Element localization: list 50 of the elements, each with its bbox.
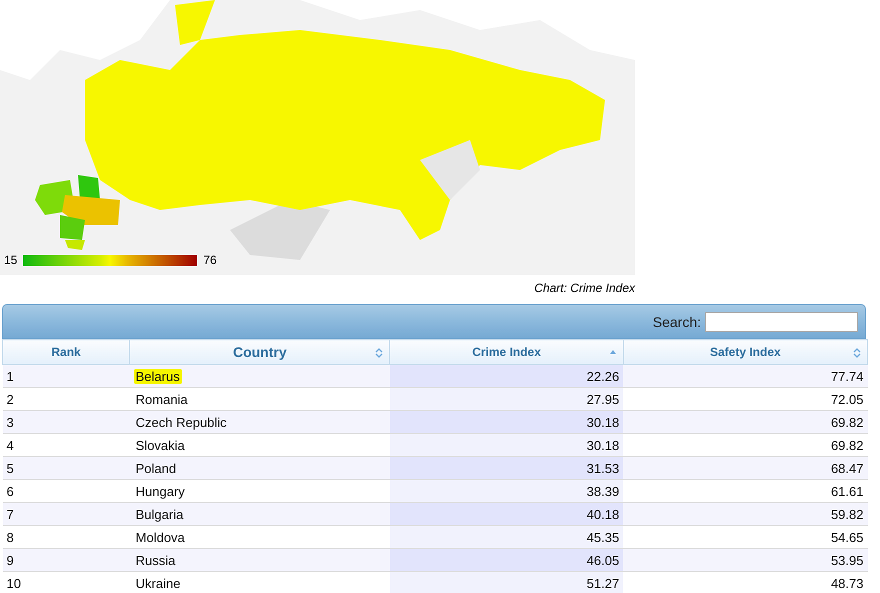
table-cell: 40.18: [390, 502, 624, 526]
table-cell: 22.26: [390, 364, 624, 388]
table-cell: 1: [2, 364, 130, 388]
country-name: Hungary: [134, 484, 186, 498]
table-cell: 9: [2, 548, 130, 572]
country-name: Slovakia: [134, 438, 186, 452]
table-cell: 31.53: [390, 456, 624, 480]
table-cell: 77.74: [623, 364, 868, 388]
country-name: Poland: [134, 460, 178, 476]
table-cell: 51.27: [390, 572, 624, 593]
table-cell: 2: [2, 388, 130, 410]
country-name: Moldova: [134, 530, 186, 544]
table-cell: 38.39: [390, 480, 624, 502]
table-cell: 61.61: [623, 480, 868, 502]
sort-icon: [853, 348, 861, 358]
country-name: Czech Republic: [134, 414, 228, 430]
table-cell: 69.82: [623, 434, 868, 456]
table-cell: 3: [2, 410, 130, 434]
country-name: Ukraine: [134, 576, 182, 590]
column-header[interactable]: Safety Index: [623, 340, 868, 364]
column-header[interactable]: Rank: [2, 340, 130, 364]
table-cell: 30.18: [390, 434, 624, 456]
table-cell: 7: [2, 502, 130, 526]
table-cell: 45.35: [390, 526, 624, 548]
sort-icon: [375, 348, 384, 358]
legend-min: 15: [4, 253, 18, 267]
column-header[interactable]: Crime Index: [390, 340, 624, 364]
table-cell: 59.82: [623, 502, 868, 526]
table-cell: 6: [2, 480, 130, 502]
country-name: Romania: [134, 392, 189, 406]
table-cell: 4: [2, 434, 130, 456]
table-cell: 54.65: [623, 526, 868, 548]
column-header[interactable]: Country: [130, 340, 390, 364]
table-cell: 53.95: [623, 548, 868, 572]
table-cell: 72.05: [623, 388, 868, 410]
country-name: Bulgaria: [134, 506, 184, 522]
table-cell: 68.47: [623, 456, 868, 480]
legend-max: 76: [203, 253, 217, 267]
table-cell: 30.18: [390, 410, 624, 434]
country-name: Russia: [134, 552, 176, 568]
table-cell: 46.05: [390, 548, 624, 572]
table-cell: 27.95: [390, 388, 624, 410]
search-field[interactable]: [705, 312, 858, 332]
table-cell: 48.73: [623, 572, 868, 593]
table-cell: 69.82: [623, 410, 868, 434]
search-label: Search:: [652, 314, 701, 330]
table-cell: 5: [2, 456, 130, 480]
table-cell: 8: [2, 526, 130, 548]
chart-caption: Chart: Crime Index: [534, 281, 635, 295]
country-name: Belarus: [134, 368, 182, 384]
